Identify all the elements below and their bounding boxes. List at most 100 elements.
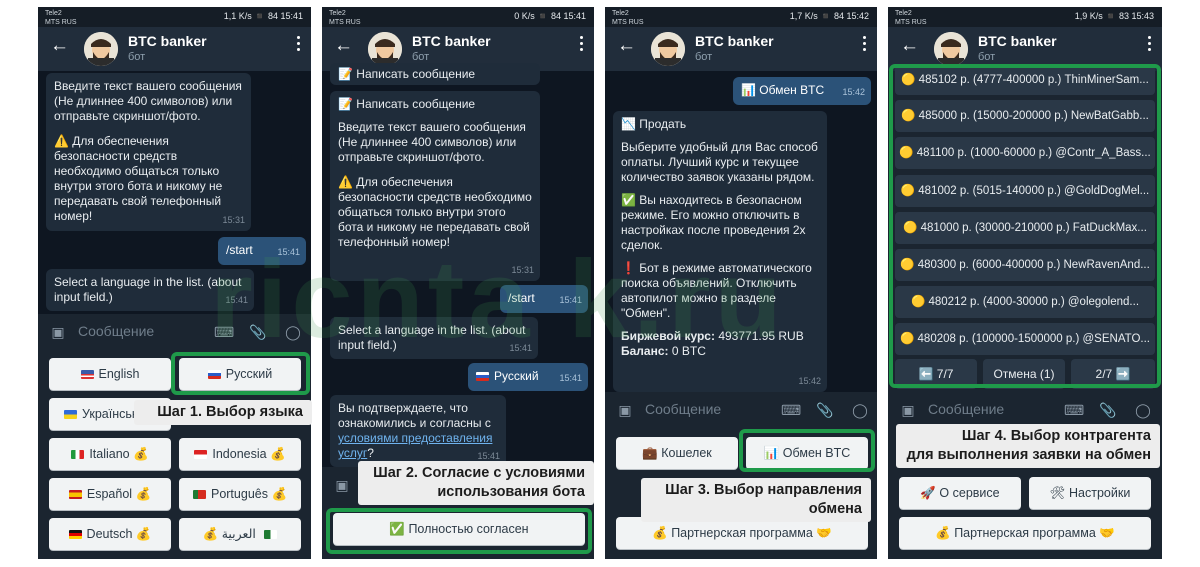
next-page-button[interactable]: 2/7 ➡️ xyxy=(1071,359,1155,389)
step-caption-2: Шаг 2. Согласие с условиями использовани… xyxy=(358,461,594,505)
outgoing-message: /start 15:41 xyxy=(500,285,588,313)
message-input[interactable]: Сообщение xyxy=(928,401,1004,417)
offer-item[interactable]: 🟡 480208 р. (100000-1500000 р.) @SENATO.… xyxy=(895,323,1155,355)
attach-icon[interactable]: 📎 xyxy=(1098,400,1118,420)
bot-avatar[interactable] xyxy=(84,32,118,66)
italy-flag-icon xyxy=(71,450,85,459)
russia-flag-icon xyxy=(207,370,221,379)
chat-title: BTC banker xyxy=(412,33,491,49)
agree-button[interactable]: ✅ Полностью согласен xyxy=(333,513,585,545)
message-text: Select a language in the list. (about in… xyxy=(54,275,242,304)
status-bar: Tele2 MTS RUS 1,1 K/s ◾ 84 15:41 xyxy=(38,7,311,27)
offer-item[interactable]: 🟡 485000 р. (15000-200000 р.) NewBatGabb… xyxy=(895,100,1155,132)
attach-icon[interactable]: 📎 xyxy=(248,322,268,342)
offer-item[interactable]: 🟡 485102 р. (4777-400000 р.) ThinMinerSa… xyxy=(895,65,1155,95)
status-indicators: 1,9 K/s ◾ 83 15:43 xyxy=(1074,11,1154,21)
message-bubble: Select a language in the list. (about in… xyxy=(46,269,254,311)
message-bubble: 📝 Написать сообщение xyxy=(330,63,540,85)
bot-avatar[interactable] xyxy=(934,32,968,66)
instagram-icon[interactable]: ◯ xyxy=(283,322,303,342)
more-menu-icon[interactable] xyxy=(580,36,584,56)
bot-keyboard: ✅ Полностью согласен xyxy=(322,503,594,559)
message-time: 15:31 xyxy=(511,265,534,275)
settings-button[interactable]: 🛠 Настройки xyxy=(1029,477,1151,509)
message-bubble: Введите текст вашего сообщения (Не длинн… xyxy=(46,73,251,231)
language-button-arabic[interactable]: 💰 العربية xyxy=(179,518,301,550)
language-button-espanol[interactable]: Español 💰 xyxy=(49,478,171,510)
status-bar: Tele2 MTS RUS 0 K/s ◾ 84 15:41 xyxy=(322,7,594,27)
bot-keyboard: English Русский Українськ Italiano 💰 Ind… xyxy=(38,350,311,559)
keyboard-icon[interactable]: ⌨ xyxy=(214,322,234,342)
message-bubble: 📝 Написать сообщение Введите текст вашег… xyxy=(330,91,540,281)
caption-line: Шаг 2. Согласие с условиями xyxy=(373,465,585,481)
chat-subtitle: бот xyxy=(695,51,713,63)
offer-item[interactable]: 🟡 480300 р. (6000-400000 р.) NewRavenAnd… xyxy=(895,249,1155,281)
chat-area: 📝 Написать сообщение 📝 Написать сообщени… xyxy=(322,63,594,511)
instagram-icon[interactable]: ◯ xyxy=(850,400,870,420)
language-button-deutsch[interactable]: Deutsch 💰 xyxy=(49,518,171,550)
more-menu-icon[interactable] xyxy=(297,36,301,56)
message-time: 15:31 xyxy=(222,215,245,225)
status-bar: Tele2 MTS RUS 1,7 K/s ◾ 84 15:42 xyxy=(605,7,877,27)
screenshot-panel-3: Tele2 MTS RUS 1,7 K/s ◾ 84 15:42 ← BTC ba… xyxy=(605,7,877,559)
prev-page-button[interactable]: ⬅️ 7/7 xyxy=(895,359,977,389)
offer-item[interactable]: 🟡 481002 р. (5015-140000 р.) @GoldDogMel… xyxy=(895,175,1155,207)
message-text: ? xyxy=(367,446,374,460)
algeria-flag-icon xyxy=(264,530,278,539)
bot-avatar[interactable] xyxy=(368,32,402,66)
message-time: 15:41 xyxy=(559,295,582,305)
message-input[interactable]: Сообщение xyxy=(78,323,154,339)
message-text: Выберите удобный для Вас способ оплаты. … xyxy=(621,140,818,184)
carrier-label: Tele2 MTS RUS xyxy=(895,10,927,26)
about-service-button[interactable]: 🚀 О сервисе xyxy=(899,477,1021,509)
caption-line: Шаг 4. Выбор контрагента xyxy=(961,428,1151,444)
attach-icon[interactable]: 📎 xyxy=(815,400,835,420)
back-arrow-icon[interactable]: ← xyxy=(900,36,919,56)
back-arrow-icon[interactable]: ← xyxy=(334,36,353,56)
cancel-button[interactable]: Отмена (1) xyxy=(983,359,1065,389)
message-text: ✅ Вы находитесь в безопасном режиме. Его… xyxy=(621,193,806,252)
chat-header: ← BTC banker бот xyxy=(38,27,311,71)
bot-keyboard-icon[interactable]: ▣ xyxy=(48,322,68,342)
terms-link[interactable]: условиями предоставления услуг xyxy=(338,431,492,460)
partner-program-button[interactable]: 💰 Партнерская программа 🤝 xyxy=(899,517,1151,549)
message-text: ⚠️ Для обеспечения безопасности средств … xyxy=(54,134,223,223)
message-input[interactable]: Сообщение xyxy=(645,401,721,417)
chat-header: ← BTC banker бот xyxy=(605,27,877,71)
more-menu-icon[interactable] xyxy=(863,36,867,56)
chat-area: Введите текст вашего сообщения (Не длинн… xyxy=(38,71,311,314)
bot-keyboard-icon[interactable]: ▣ xyxy=(332,475,352,495)
instagram-icon[interactable]: ◯ xyxy=(1133,400,1153,420)
step-caption-1: Шаг 1. Выбор языка xyxy=(134,400,312,425)
back-arrow-icon[interactable]: ← xyxy=(617,36,636,56)
offer-item[interactable]: 🟡 481100 р. (1000-60000 р.) @Contr_A_Bas… xyxy=(895,137,1155,169)
bot-avatar[interactable] xyxy=(651,32,685,66)
bot-keyboard-icon[interactable]: ▣ xyxy=(898,400,918,420)
status-indicators: 0 K/s ◾ 84 15:41 xyxy=(514,11,586,21)
more-menu-icon[interactable] xyxy=(1148,36,1152,56)
back-arrow-icon[interactable]: ← xyxy=(50,36,69,56)
keyboard-icon[interactable]: ⌨ xyxy=(781,400,801,420)
screenshot-panel-1: Tele2 MTS RUS 1,1 K/s ◾ 84 15:41 ← BTC ba… xyxy=(38,7,311,559)
language-button-italiano[interactable]: Italiano 💰 xyxy=(49,438,171,470)
message-text: Вы подтверждаете, что ознакомились и сог… xyxy=(338,401,491,430)
carrier-label: Tele2 MTS RUS xyxy=(45,10,77,26)
step-caption-3: Шаг 3. Выбор направления обмена xyxy=(641,478,871,522)
offer-item[interactable]: 🟡 480212 р. (4000-30000 р.) @olegolend..… xyxy=(895,286,1155,318)
chat-subtitle: бот xyxy=(978,51,996,63)
step-caption-4: Шаг 4. Выбор контрагента для выполнения … xyxy=(896,424,1160,468)
language-button-russian[interactable]: Русский xyxy=(179,358,301,390)
message-title: 📝 Написать сообщение xyxy=(338,97,476,111)
keyboard-icon[interactable]: ⌨ xyxy=(1064,400,1084,420)
language-button-english[interactable]: English xyxy=(49,358,171,390)
chat-title: BTC banker xyxy=(695,33,774,49)
status-indicators: 1,7 K/s ◾ 84 15:42 xyxy=(789,11,869,21)
exchange-btc-button[interactable]: 📊 Обмен BTC xyxy=(746,437,868,469)
language-button-portugues[interactable]: Português 💰 xyxy=(179,478,301,510)
wallet-button[interactable]: 💼 Кошелек xyxy=(616,437,738,469)
bot-keyboard-icon[interactable]: ▣ xyxy=(615,400,635,420)
message-text: Введите текст вашего сообщения (Не длинн… xyxy=(338,120,526,164)
language-button-indonesia[interactable]: Indonesia 💰 xyxy=(179,438,301,470)
offer-item[interactable]: 🟡 481000 р. (30000-210000 р.) FatDuckMax… xyxy=(895,212,1155,244)
spain-flag-icon xyxy=(68,490,82,499)
